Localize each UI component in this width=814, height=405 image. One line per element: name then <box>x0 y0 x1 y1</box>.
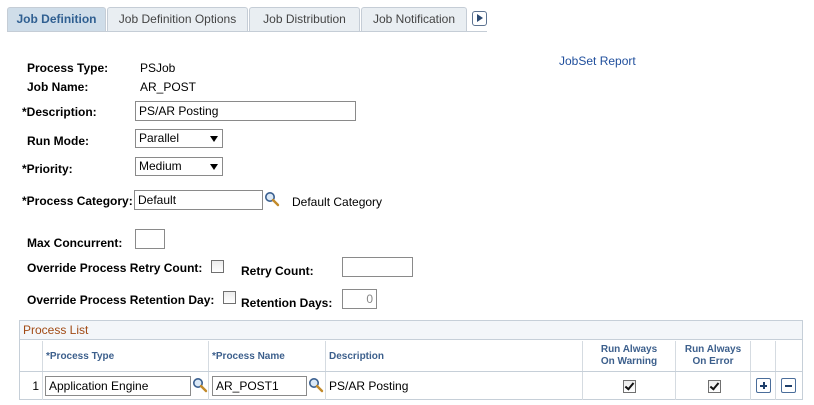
tab-job-definition[interactable]: Job Definition <box>7 7 106 31</box>
run-on-warning-checkbox[interactable] <box>623 380 636 393</box>
process-category-description: Default Category <box>292 195 383 209</box>
chevron-down-icon <box>210 164 218 170</box>
process-type-column-header[interactable]: *Process Type <box>43 341 209 371</box>
priority-label: *Priority: <box>22 162 73 176</box>
jobset-report-link[interactable]: JobSet Report <box>559 54 636 68</box>
retry-count-label: Retry Count: <box>241 264 314 278</box>
max-concurrent-input[interactable] <box>135 229 165 249</box>
process-category-label: *Process Category: <box>22 194 133 208</box>
run-mode-label: Run Mode: <box>27 134 89 148</box>
run-on-error-checkbox[interactable] <box>708 380 721 393</box>
run-on-warning-column-header[interactable]: Run Always On Warning <box>583 341 676 371</box>
run-mode-value: Parallel <box>139 131 180 145</box>
description-label: *Description: <box>22 105 97 119</box>
priority-value: Medium <box>139 159 182 173</box>
override-retry-label: Override Process Retry Count: <box>27 261 203 275</box>
run-on-warning-cell <box>583 372 676 400</box>
process-type-label: Process Type: <box>27 61 109 75</box>
process-type-value: PSJob <box>140 61 176 75</box>
override-retry-checkbox[interactable] <box>211 260 224 273</box>
magnifier-icon[interactable] <box>308 377 324 393</box>
row-number-header <box>20 341 43 371</box>
description-input[interactable]: PS/AR Posting <box>135 101 356 121</box>
description-column-header[interactable]: Description <box>326 341 583 371</box>
run-on-error-column-header[interactable]: Run Always On Error <box>676 341 751 371</box>
delete-column-header <box>776 341 802 371</box>
process-type-cell: Application Engine <box>43 372 209 400</box>
delete-row-cell <box>776 372 802 400</box>
override-retention-label: Override Process Retention Day: <box>27 293 215 307</box>
magnifier-icon[interactable] <box>192 377 208 393</box>
description-cell: PS/AR Posting <box>326 372 583 400</box>
process-list-grid: Process List *Process Type *Process Name… <box>19 320 803 400</box>
row-number: 1 <box>32 379 39 393</box>
process-name-input[interactable]: AR_POST1 <box>212 376 307 396</box>
minus-icon[interactable] <box>781 378 796 393</box>
max-concurrent-label: Max Concurrent: <box>27 236 123 250</box>
add-column-header <box>751 341 776 371</box>
retention-days-input[interactable]: 0 <box>342 289 377 309</box>
run-on-error-cell <box>676 372 751 400</box>
add-row-cell <box>751 372 776 400</box>
process-description: PS/AR Posting <box>329 379 409 393</box>
tab-underline <box>7 31 487 32</box>
priority-select[interactable]: Medium <box>135 157 223 176</box>
magnifier-icon[interactable] <box>264 191 280 207</box>
tab-job-definition-options[interactable]: Job Definition Options <box>107 7 248 31</box>
process-category-input[interactable]: Default <box>134 190 263 210</box>
retry-count-input[interactable] <box>342 257 413 277</box>
process-name-cell: AR_POST1 <box>209 372 326 400</box>
tab-job-notification[interactable]: Job Notification <box>361 7 467 31</box>
tab-job-distribution[interactable]: Job Distribution <box>249 7 360 31</box>
retention-days-label: Retention Days: <box>241 296 333 310</box>
process-type-input[interactable]: Application Engine <box>45 376 191 396</box>
arrow-right-icon[interactable] <box>472 11 487 26</box>
plus-icon[interactable] <box>756 378 771 393</box>
chevron-down-icon <box>210 136 218 142</box>
override-retention-checkbox[interactable] <box>223 291 236 304</box>
row-number-cell: 1 <box>20 372 43 400</box>
process-list-title: Process List <box>20 321 802 340</box>
run-mode-select[interactable]: Parallel <box>135 129 223 148</box>
job-name-label: Job Name: <box>27 80 89 94</box>
job-name-value: AR_POST <box>140 80 197 94</box>
process-name-column-header[interactable]: *Process Name <box>209 341 326 371</box>
